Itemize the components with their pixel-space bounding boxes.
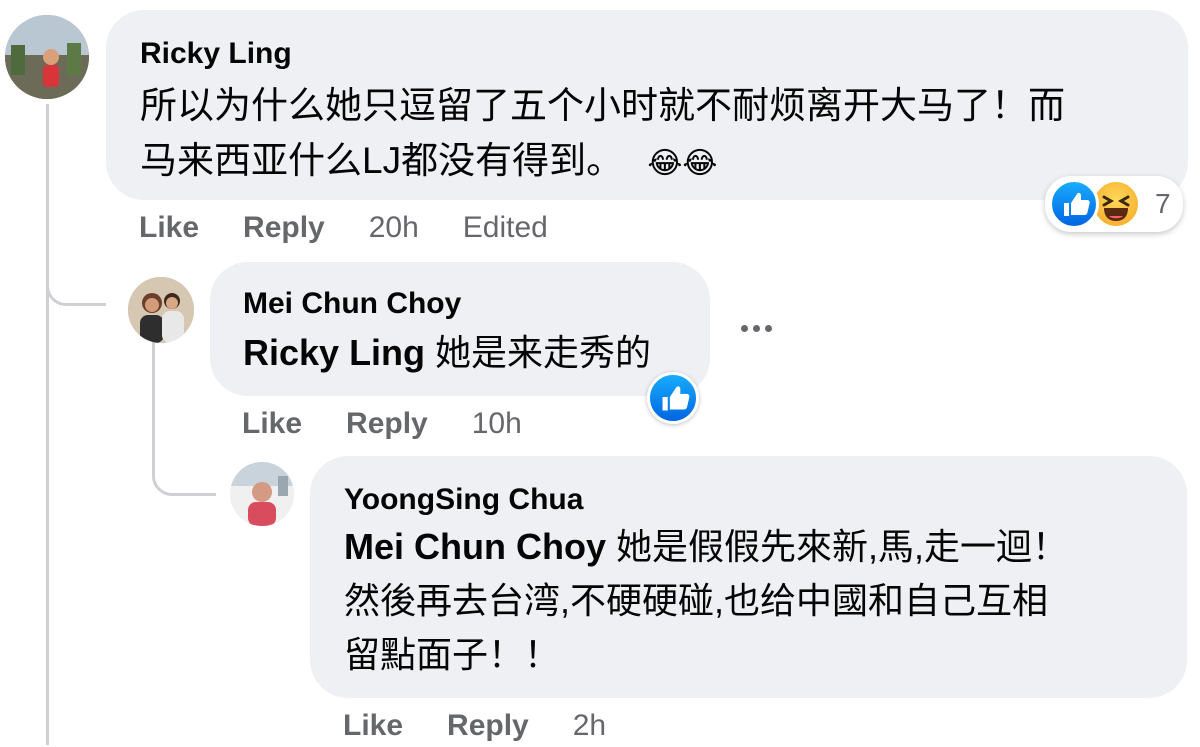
comment-author[interactable]: Mei Chun Choy: [243, 284, 684, 324]
like-button[interactable]: Like: [139, 211, 199, 245]
dot: [765, 325, 772, 332]
comment-text-line: Mei Chun Choy 她是假假先來新,馬,走一迴！: [344, 520, 1157, 574]
avatar[interactable]: [230, 462, 294, 526]
comment-author[interactable]: YoongSing Chua: [344, 480, 1157, 520]
more-options-icon[interactable]: [741, 325, 772, 332]
comment-timestamp[interactable]: 20h: [369, 211, 419, 245]
comment-timestamp[interactable]: 10h: [472, 407, 522, 441]
thread-line-nested: [152, 342, 155, 452]
avatar-photo: [5, 15, 89, 99]
comment-bubble: Ricky Ling 所以为什么她只逗留了五个小时就不耐烦离开大马了！而 马来西…: [106, 10, 1188, 200]
comment-text-segment: 她是假假先來新,馬,走一迴！: [605, 526, 1068, 567]
reply-button[interactable]: Reply: [447, 709, 529, 743]
reaction-count: 7: [1155, 188, 1171, 219]
comment-text-line: Ricky Ling 她是来走秀的: [243, 326, 684, 380]
comment-actions: Like Reply 20h Edited: [139, 207, 548, 249]
dot: [753, 325, 760, 332]
thread-connector: [46, 266, 106, 306]
avatar[interactable]: [128, 277, 194, 343]
laughing-tears-emoji: 😂😂: [647, 147, 718, 180]
mention-link[interactable]: Mei Chun Choy: [344, 526, 606, 567]
avatar-photo: [230, 462, 294, 526]
thumbs-up-glyph: [662, 386, 690, 411]
like-icon: [1049, 179, 1099, 229]
comment-text-line: 马来西亚什么LJ都没有得到。 😂😂: [140, 133, 1158, 191]
comment-text-line: 所以为什么她只逗留了五个小时就不耐烦离开大马了！而: [140, 85, 1065, 126]
reply-button[interactable]: Reply: [243, 211, 325, 245]
comment-actions: Like Reply 10h: [242, 403, 522, 445]
comment-bubble: YoongSing Chua Mei Chun Choy 她是假假先來新,馬,走…: [310, 456, 1187, 698]
comment-actions: Like Reply 2h: [343, 705, 606, 747]
comment-text-segment: 马来西亚什么LJ都没有得到。: [140, 140, 624, 181]
thumbs-up-glyph: [1064, 192, 1090, 216]
comment-timestamp[interactable]: 2h: [573, 709, 606, 743]
like-button[interactable]: Like: [242, 407, 302, 441]
thread-connector-nested: [152, 448, 216, 496]
avatar[interactable]: [5, 15, 89, 99]
mention-link[interactable]: Ricky Ling: [243, 332, 425, 373]
avatar-photo: [128, 277, 194, 343]
like-icon[interactable]: [647, 372, 699, 424]
comment-bubble: Mei Chun Choy Ricky Ling 她是来走秀的: [210, 262, 710, 396]
reply-button[interactable]: Reply: [346, 407, 428, 441]
edited-label[interactable]: Edited: [463, 211, 548, 245]
dot: [741, 325, 748, 332]
comment-text-line: 然後再去台湾,不硬硬碰,也给中國和自己互相: [344, 580, 1049, 621]
comment-text-segment: 她是来走秀的: [425, 332, 652, 373]
comment-author[interactable]: Ricky Ling: [140, 34, 1158, 74]
like-button[interactable]: Like: [343, 709, 403, 743]
reaction-summary[interactable]: 7: [1045, 176, 1183, 232]
comment-text-line: 留點面子！！: [344, 634, 561, 675]
thread-line: [46, 104, 49, 745]
laughing-face-glyph: [1102, 195, 1130, 221]
